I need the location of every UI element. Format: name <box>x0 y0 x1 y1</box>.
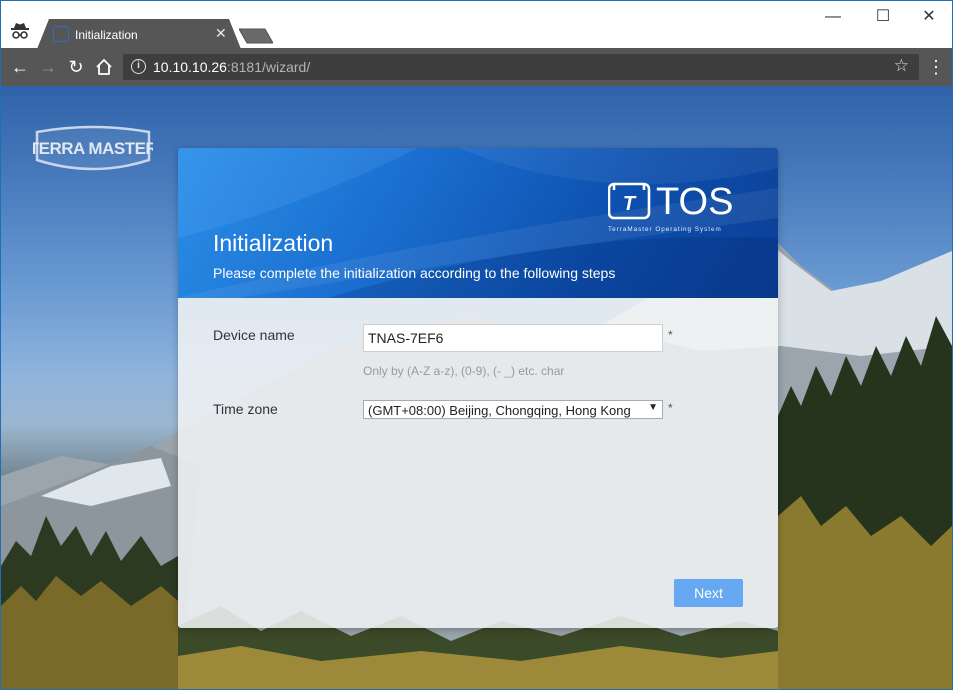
maximize-button[interactable]: ☐ <box>873 7 893 27</box>
address-bar[interactable]: i 10.10.10.26:8181/wizard/ ☆ <box>123 54 919 80</box>
time-zone-selected-value: (GMT+08:00) Beijing, Chongqing, Hong Kon… <box>368 403 631 418</box>
page-viewport: TERRA MASTER T TOS TerraMaster Operating… <box>1 86 952 689</box>
star-icon[interactable]: ☆ <box>894 56 909 76</box>
time-zone-select[interactable]: (GMT+08:00) Beijing, Chongqing, Hong Kon… <box>363 400 663 419</box>
page-subtitle: Please complete the initialization accor… <box>213 265 616 281</box>
svg-text:TERRA MASTER: TERRA MASTER <box>33 139 153 158</box>
forward-arrow-icon[interactable]: → <box>37 56 59 78</box>
wizard-form: Device name * Only by (A-Z a-z), (0-9), … <box>178 298 778 628</box>
close-window-button[interactable]: ✕ <box>919 7 939 27</box>
home-icon[interactable] <box>93 56 115 78</box>
wizard-header: T TOS TerraMaster Operating System Initi… <box>178 148 778 298</box>
tab-close-icon[interactable]: ✕ <box>215 25 227 42</box>
tos-logo-mark: T <box>623 193 637 215</box>
back-arrow-icon[interactable]: ← <box>9 56 31 78</box>
three-dots-menu-icon[interactable]: ⋮ <box>927 57 945 77</box>
tab-favicon-icon <box>53 26 69 42</box>
terramaster-logo: TERRA MASTER <box>33 124 153 174</box>
dropdown-arrow-icon: ▼ <box>648 402 658 413</box>
url-path: :8181/wizard/ <box>226 59 311 75</box>
next-button[interactable]: Next <box>674 579 743 607</box>
terramaster-logo-graphic: TERRA MASTER <box>33 125 153 171</box>
title-bar: Initialization ✕ — ☐ ✕ <box>1 1 952 49</box>
tab-initialization[interactable]: Initialization ✕ <box>37 19 241 49</box>
time-zone-label: Time zone <box>213 401 278 417</box>
browser-window: Initialization ✕ — ☐ ✕ ← → ↻ i 10.10.10.… <box>0 0 953 690</box>
tos-logo-name: TOS <box>656 181 733 223</box>
info-icon[interactable]: i <box>131 59 146 74</box>
time-zone-required-mark: * <box>668 401 673 415</box>
new-tab-button[interactable] <box>239 27 273 45</box>
incognito-icon <box>11 23 29 39</box>
initialization-wizard-card: T TOS TerraMaster Operating System Initi… <box>178 148 778 628</box>
device-name-hint: Only by (A-Z a-z), (0-9), (- _) etc. cha… <box>363 364 565 378</box>
url-text[interactable]: 10.10.10.26:8181/wizard/ <box>153 59 310 75</box>
reload-icon[interactable]: ↻ <box>65 56 87 78</box>
tab-title: Initialization <box>75 28 138 42</box>
device-name-label: Device name <box>213 327 295 343</box>
minimize-button[interactable]: — <box>823 7 843 27</box>
device-name-input[interactable] <box>363 324 663 352</box>
tos-logo-tagline: TerraMaster Operating System <box>608 226 722 233</box>
tos-logo: T TOS TerraMaster Operating System <box>608 181 733 233</box>
url-host: 10.10.10.26 <box>153 59 227 75</box>
page-title: Initialization <box>213 230 334 256</box>
browser-toolbar: ← → ↻ i 10.10.10.26:8181/wizard/ ☆ ⋮ <box>1 48 952 86</box>
device-name-required-mark: * <box>668 328 673 342</box>
